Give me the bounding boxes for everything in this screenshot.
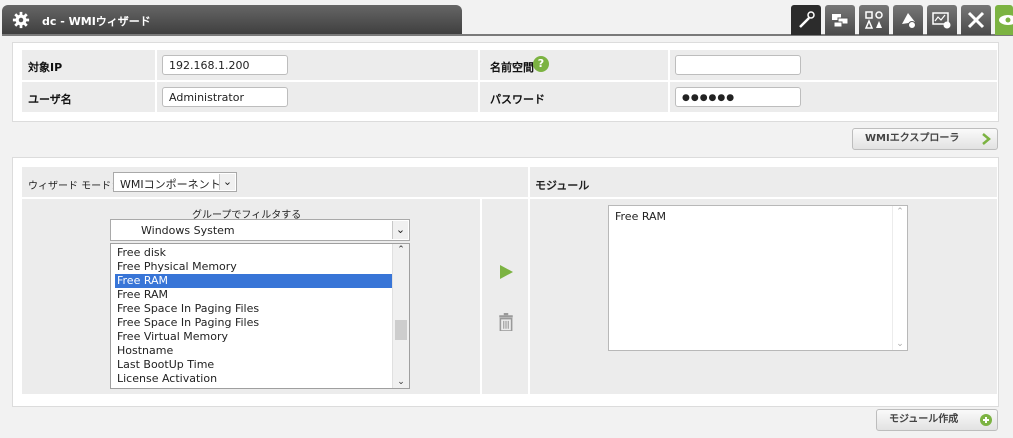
chevron-down-icon: ⌄ bbox=[392, 221, 408, 239]
list-item[interactable]: Free Space In Paging Files bbox=[115, 316, 393, 330]
namespace-input[interactable] bbox=[675, 55, 801, 75]
wizard-body: グループでフィルタする Windows System ⌄ Free disk Fr… bbox=[22, 199, 997, 394]
scroll-up-arrow-icon[interactable]: ⌃ bbox=[393, 245, 409, 255]
cell-divider bbox=[155, 50, 157, 80]
cell-divider bbox=[478, 50, 480, 80]
tools-icon bbox=[967, 11, 985, 29]
scroll-thumb[interactable] bbox=[395, 320, 407, 340]
group-filter-select[interactable]: Windows System ⌄ bbox=[110, 219, 410, 241]
credentials-row-2: ユーザ名 Administrator パスワード ●●●●●● bbox=[22, 82, 997, 112]
column-divider bbox=[528, 199, 530, 394]
cell-divider bbox=[668, 50, 670, 80]
column-divider bbox=[480, 199, 482, 394]
shapes-icon bbox=[864, 11, 883, 29]
scroll-down-arrow-icon[interactable]: ⌄ bbox=[393, 377, 409, 387]
scroll-down-arrow-icon[interactable]: ⌄ bbox=[893, 339, 907, 349]
list-item[interactable]: Free disk bbox=[115, 246, 393, 260]
scroll-up-arrow-icon[interactable]: ⌃ bbox=[893, 207, 907, 217]
monitor-settings-button[interactable] bbox=[927, 5, 957, 35]
help-icon[interactable]: ? bbox=[533, 56, 549, 72]
view-button[interactable] bbox=[995, 5, 1013, 35]
window-title-bar: dc - WMIウィザード bbox=[2, 5, 462, 35]
trash-icon[interactable] bbox=[498, 313, 514, 331]
available-modules-list[interactable]: Free disk Free Physical Memory Free RAM Fre… bbox=[110, 243, 410, 389]
selected-modules-list[interactable]: Free RAM ⌃ ⌄ bbox=[608, 205, 908, 351]
selected-module-item[interactable]: Free RAM bbox=[615, 210, 666, 223]
cell-divider bbox=[155, 82, 157, 112]
alerts-icon bbox=[902, 13, 916, 29]
wizard-panel: ウィザード モード： WMIコンポーネント ⌄ モジュール グループでフィルタす… bbox=[12, 157, 999, 407]
list-item[interactable]: Free Physical Memory bbox=[115, 260, 393, 274]
namespace-label: 名前空間 bbox=[490, 61, 534, 74]
page-title: dc - WMIウィザード bbox=[42, 15, 151, 28]
wizard-wand-button[interactable] bbox=[791, 5, 821, 35]
modules-button[interactable] bbox=[825, 5, 855, 35]
gear-icon bbox=[12, 11, 30, 29]
list-item[interactable]: License Activation bbox=[115, 372, 393, 386]
modules-icon bbox=[832, 14, 849, 28]
create-module-button[interactable]: モジュール作成 bbox=[876, 409, 998, 431]
wizard-mode-select[interactable]: WMIコンポーネント ⌄ bbox=[113, 172, 237, 192]
chevron-down-icon: ⌄ bbox=[219, 174, 235, 190]
monitor-settings-icon bbox=[932, 12, 951, 29]
user-input[interactable]: Administrator bbox=[162, 87, 288, 107]
selected-list-scrollbar[interactable]: ⌃ ⌄ bbox=[892, 206, 907, 350]
view-eye-icon bbox=[999, 15, 1013, 25]
list-item[interactable]: Free RAM bbox=[115, 274, 393, 288]
modules-header: モジュール bbox=[535, 179, 590, 192]
chevron-right-icon bbox=[982, 133, 991, 145]
target-ip-label: 対象IP bbox=[28, 61, 63, 74]
list-item[interactable]: Hostname bbox=[115, 344, 393, 358]
credentials-row-1: 対象IP 192.168.1.200 名前空間 ? bbox=[22, 50, 997, 80]
list-item[interactable]: Free RAM bbox=[115, 288, 393, 302]
wmi-explorer-button[interactable]: WMIエクスプローラ bbox=[852, 128, 998, 150]
alerts-button[interactable] bbox=[893, 5, 923, 35]
group-filter-value: Windows System bbox=[141, 224, 235, 237]
wmi-explorer-label: WMIエクスプローラ bbox=[865, 133, 960, 144]
password-label: パスワード bbox=[490, 93, 545, 106]
wizard-mode-label: ウィザード モード： bbox=[28, 181, 122, 192]
credentials-panel: 対象IP 192.168.1.200 名前空間 ? ユーザ名 Administr… bbox=[12, 42, 999, 122]
wizard-header-row: ウィザード モード： WMIコンポーネント ⌄ モジュール bbox=[22, 167, 997, 197]
cell-divider bbox=[528, 167, 530, 197]
cell-divider bbox=[668, 82, 670, 112]
list-item[interactable]: Free Virtual Memory bbox=[115, 330, 393, 344]
shapes-button[interactable] bbox=[859, 5, 889, 35]
list-item[interactable]: Last BootUp Time bbox=[115, 358, 393, 372]
list-scrollbar[interactable]: ⌃ ⌄ bbox=[392, 244, 409, 388]
list-item[interactable]: Free Space In Paging Files bbox=[115, 302, 393, 316]
wizard-wand-icon bbox=[799, 11, 815, 28]
cell-divider bbox=[478, 82, 480, 112]
create-module-label: モジュール作成 bbox=[889, 414, 959, 425]
add-arrow-icon[interactable] bbox=[499, 265, 513, 279]
wizard-mode-value: WMIコンポーネント bbox=[120, 178, 221, 191]
tools-button[interactable] bbox=[961, 5, 991, 35]
user-label: ユーザ名 bbox=[28, 93, 72, 106]
password-input[interactable]: ●●●●●● bbox=[675, 87, 801, 107]
target-ip-input[interactable]: 192.168.1.200 bbox=[162, 55, 288, 75]
plus-circle-icon bbox=[980, 414, 992, 426]
